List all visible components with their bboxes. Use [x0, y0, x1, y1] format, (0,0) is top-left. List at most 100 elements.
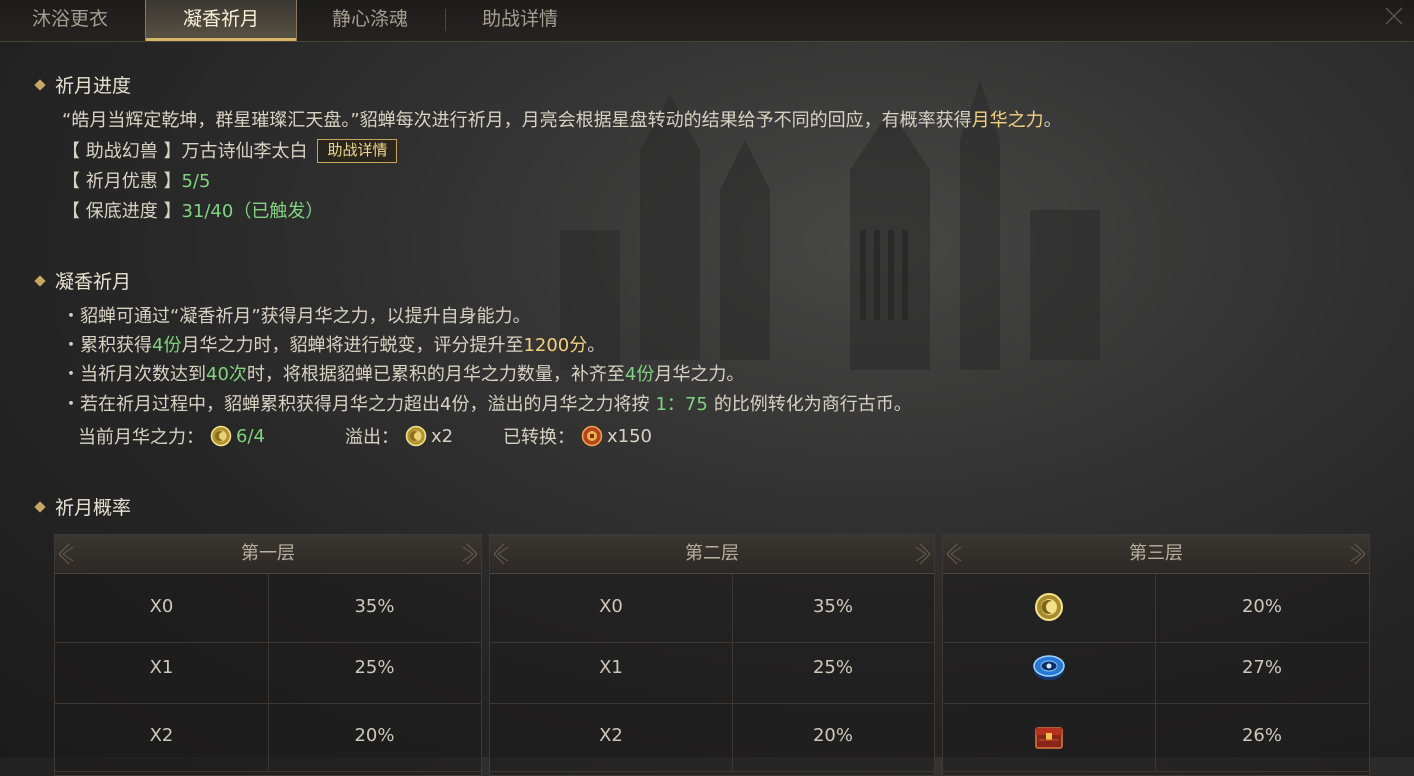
result-cell: X1 — [599, 657, 623, 678]
diamond-bullet-icon — [34, 78, 46, 91]
converted-label: 已转换： — [503, 427, 575, 448]
rule-line-2: ・累积获得4份月华之力时，貂蝉将进行蜕变，评分提升至1200分。 — [62, 331, 605, 357]
rate-cell: 35% — [812, 596, 853, 617]
rule-text: ・若在祈月过程中，貂蝉累积获得月华之力超出4份，溢出的月华之力将按 — [62, 394, 650, 415]
tab-soul-cleanse[interactable]: 静心涤魂 — [300, 0, 440, 41]
rate-cell: 20% — [354, 725, 395, 746]
item-cell — [943, 574, 1155, 642]
tab-bar: 沐浴更衣 凝香祈月 静心涤魂 助战详情 — [0, 0, 1414, 42]
pity-line: 【 保底进度 】31/40（已触发） — [62, 197, 323, 223]
tab-bathe[interactable]: 沐浴更衣 — [0, 0, 140, 41]
diamond-bullet-icon — [34, 274, 46, 287]
rate-table-tier-2: 第二层 X0 35% X1 25% X2 20% — [489, 534, 935, 776]
discount-value: 5/5 — [181, 171, 211, 192]
trade-coin-icon — [581, 425, 603, 447]
tab-divider — [445, 9, 446, 31]
rate-table-tier-3: 第三层 20% 27% 26% — [942, 534, 1370, 776]
table-row: 27% — [943, 635, 1369, 704]
rule-highlight: 40次 — [206, 364, 247, 385]
pity-label: 【 保底进度 】 — [62, 201, 182, 222]
rule-highlight: 4份 — [624, 364, 655, 385]
overflow-label: 溢出： — [345, 427, 399, 448]
rule-line-4: ・若在祈月过程中，貂蝉累积获得月华之力超出4份，溢出的月华之力将按 1：75 的比例… — [62, 390, 912, 416]
assist-beast-label: 【 助战幻兽 】万古诗仙李太白 — [62, 141, 308, 162]
rule-line-3: ・当祈月次数达到40次时，将根据貂蝉已累积的月华之力数量，补齐至4份月华之力。 — [62, 360, 744, 386]
discount-line: 【 祈月优惠 】5/5 — [62, 167, 210, 193]
overflow-value: x2 — [431, 425, 454, 447]
intro-highlight: 月华之力 — [971, 110, 1044, 131]
rule-text: 月华之力时，貂蝉将进行蜕变，评分提升至 — [181, 335, 524, 356]
table-row: X0 35% — [490, 574, 934, 643]
table-row: X0 35% — [55, 574, 481, 643]
diamond-bullet-icon — [34, 500, 46, 513]
rule-line-1: ・貂蝉可通过“凝香祈月”获得月华之力，以提升自身能力。 — [62, 306, 531, 327]
tab-assist-details[interactable]: 助战详情 — [450, 0, 590, 41]
overflow-moon-power: 溢出： x2 — [345, 423, 453, 449]
table-header: 第一层 — [55, 535, 481, 574]
header-ornament-icon — [462, 543, 478, 565]
section-title-rules: 凝香祈月 — [34, 267, 132, 294]
table-title: 第一层 — [241, 543, 295, 564]
intro-suffix: 。 — [1043, 110, 1062, 131]
current-label: 当前月华之力： — [78, 427, 204, 448]
moon-essence-icon — [210, 425, 232, 447]
rule-highlight: 1200分 — [523, 335, 588, 356]
table-title: 第二层 — [685, 543, 739, 564]
red-chest-icon[interactable] — [1033, 720, 1065, 752]
item-cell — [943, 635, 1155, 703]
table-header: 第三层 — [943, 535, 1369, 574]
table-row: X2 20% — [55, 703, 481, 772]
rate-cell: 20% — [812, 725, 853, 746]
rate-table-tier-1: 第一层 X0 35% X1 25% X2 20% — [54, 534, 482, 776]
result-cell: X2 — [149, 725, 174, 746]
rule-text: ・累积获得 — [62, 335, 152, 356]
rate-cell: 20% — [1241, 596, 1282, 617]
rule-text: ・当祈月次数达到 — [62, 364, 206, 385]
item-cell — [943, 703, 1155, 771]
rate-cell: 25% — [812, 657, 853, 678]
table-row: X1 25% — [55, 635, 481, 704]
header-ornament-icon — [915, 543, 931, 565]
discount-label: 【 祈月优惠 】 — [62, 171, 182, 192]
table-row: 26% — [943, 703, 1369, 772]
assist-details-button[interactable]: 助战详情 — [317, 139, 398, 163]
current-moon-power: 当前月华之力： 6/4 — [78, 423, 265, 449]
result-cell: X1 — [149, 657, 174, 678]
section-title-rates: 祈月概率 — [34, 493, 131, 520]
table-row: X1 25% — [490, 635, 934, 704]
result-cell: X2 — [599, 725, 623, 746]
moon-essence-icon[interactable] — [1034, 592, 1064, 622]
table-row: 20% — [943, 574, 1369, 643]
table-title: 第三层 — [1129, 543, 1183, 564]
section-title-progress: 祈月进度 — [34, 71, 132, 98]
rate-cell: 26% — [1241, 725, 1282, 746]
section-title-text: 祈月进度 — [55, 75, 132, 97]
header-ornament-icon — [946, 543, 962, 565]
result-cell: X0 — [599, 596, 623, 617]
table-header: 第二层 — [490, 535, 934, 574]
rate-cell: 27% — [1241, 657, 1282, 678]
intro-text: “皓月当辉定乾坤，群星璀璨汇天盘。”貂蝉每次进行祈月，月亮会根据星盘转动的结果给… — [62, 110, 972, 131]
rule-highlight: 4份 — [152, 335, 182, 356]
result-cell: X0 — [149, 596, 174, 617]
header-ornament-icon — [1350, 543, 1366, 565]
rule-highlight: 1：75 — [655, 394, 708, 415]
tab-moon-prayer[interactable]: 凝香祈月 — [145, 0, 297, 41]
rule-text: 。 — [587, 335, 606, 356]
corner-ornament-icon — [1385, 7, 1403, 25]
progress-intro: “皓月当辉定乾坤，群星璀璨汇天盘。”貂蝉每次进行祈月，月亮会根据星盘转动的结果给… — [62, 106, 1062, 132]
converted-value: x150 — [607, 425, 653, 447]
table-row: X2 20% — [490, 703, 934, 772]
blue-disc-icon[interactable] — [1032, 651, 1066, 685]
rate-cell: 35% — [354, 596, 395, 617]
current-value: 6/4 — [236, 425, 265, 447]
pity-value: 31/40（已触发） — [181, 201, 324, 222]
section-title-text: 凝香祈月 — [55, 271, 132, 293]
converted-coins: 已转换： x150 — [503, 423, 652, 449]
moon-essence-icon — [405, 425, 427, 447]
rule-text: 的比例转化为商行古币。 — [713, 394, 912, 415]
rule-text: 月华之力。 — [654, 364, 745, 385]
rate-cell: 25% — [354, 657, 395, 678]
header-ornament-icon — [58, 543, 74, 565]
assist-beast-line: 【 助战幻兽 】万古诗仙李太白 助战详情 — [62, 137, 398, 163]
